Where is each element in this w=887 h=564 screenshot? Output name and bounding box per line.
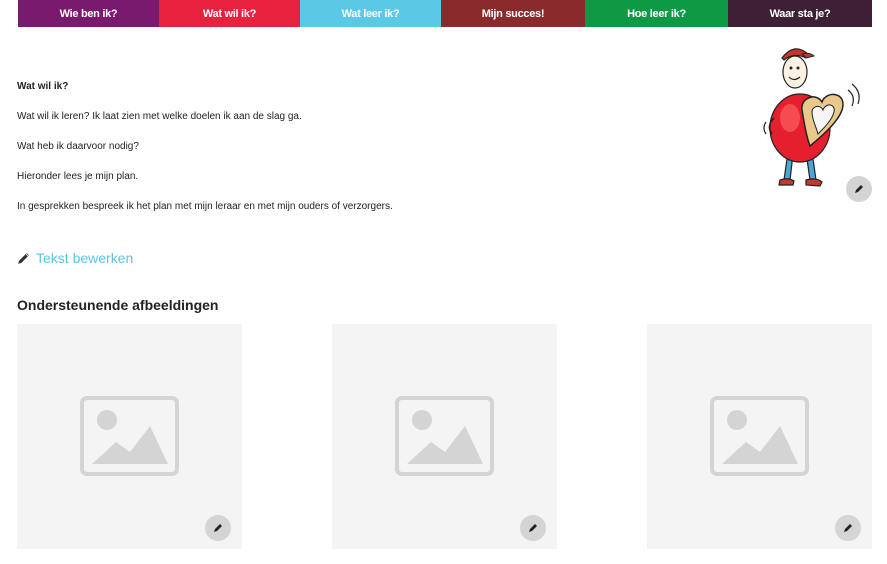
edit-image-button[interactable] [520, 515, 546, 541]
pencil-icon [529, 524, 537, 532]
tab-waar-sta-je[interactable]: Waar sta je? [728, 0, 872, 27]
image-card[interactable] [647, 324, 872, 549]
pencil-icon [844, 524, 852, 532]
image-placeholder-icon [395, 396, 494, 476]
pencil-icon [214, 524, 222, 532]
mascot-illustration [760, 40, 866, 190]
edit-text-link[interactable]: Tekst bewerken [17, 250, 133, 266]
tab-bar: Wie ben ik? Wat wil ik? Wat leer ik? Mij… [18, 0, 872, 27]
image-card[interactable] [332, 324, 557, 549]
edit-mascot-button[interactable] [846, 176, 872, 202]
tab-mijn-succes[interactable]: Mijn succes! [441, 0, 585, 27]
image-placeholder-icon [80, 396, 179, 476]
edit-text-label: Tekst bewerken [36, 250, 134, 266]
intro-line: Wat heb ik daarvoor nodig? [17, 141, 139, 152]
edit-image-button[interactable] [205, 515, 231, 541]
section-title: Ondersteunende afbeeldingen [17, 297, 219, 313]
pencil-icon [855, 185, 863, 193]
intro-heading: Wat wil ik? [17, 81, 69, 92]
tab-wie-ben-ik[interactable]: Wie ben ik? [18, 0, 159, 27]
tab-wat-leer-ik[interactable]: Wat leer ik? [300, 0, 441, 27]
tab-hoe-leer-ik[interactable]: Hoe leer ik? [585, 0, 728, 27]
intro-line: Hieronder lees je mijn plan. [17, 171, 139, 182]
image-placeholder-icon [710, 396, 809, 476]
intro-line: In gesprekken bespreek ik het plan met m… [17, 201, 393, 212]
pencil-icon [18, 252, 29, 264]
image-card[interactable] [17, 324, 242, 549]
edit-image-button[interactable] [835, 515, 861, 541]
tab-wat-wil-ik[interactable]: Wat wil ik? [159, 0, 300, 27]
intro-line: Wat wil ik leren? Ik laat zien met welke… [17, 111, 302, 122]
